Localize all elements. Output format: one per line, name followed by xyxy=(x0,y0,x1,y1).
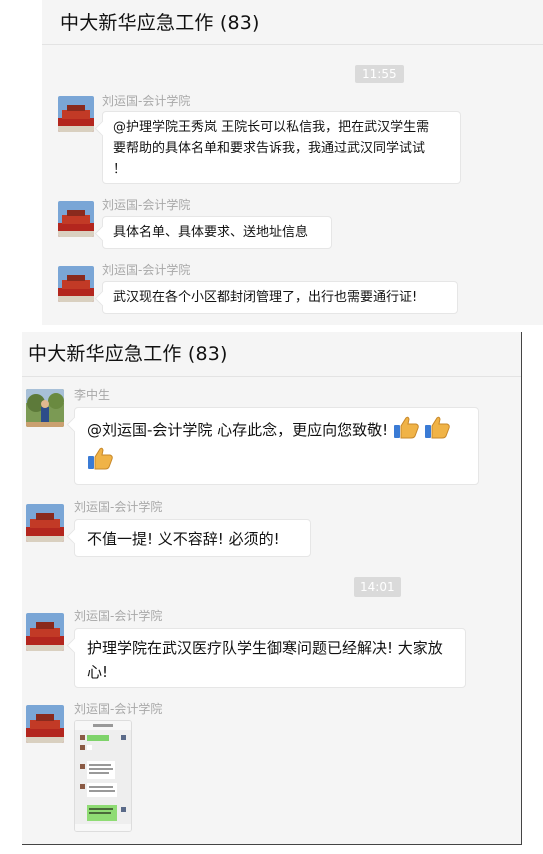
message-bubble[interactable]: 武汉现在各个小区都封闭管理了，出行也需要通行证! xyxy=(102,281,458,314)
thumbs-up-icon xyxy=(393,415,419,446)
avatar[interactable] xyxy=(26,705,64,743)
sender-name: 刘运国-会计学院 xyxy=(74,500,163,514)
sender-name: 李中生 xyxy=(74,388,111,402)
title-divider xyxy=(42,44,543,45)
message-bubble[interactable]: @护理学院王秀岚 王院长可以私信我，把在武汉学生需 要帮助的具体名单和要求告诉我… xyxy=(102,111,461,184)
message-text-line: 护理学院在武汉医疗队学生御寒问题已经解决! 大家放 xyxy=(87,639,443,657)
title-divider xyxy=(22,376,521,377)
message-bubble[interactable]: @刘运国-会计学院 心存此念，更应向您致敬! xyxy=(74,407,479,485)
message-text-line: @护理学院王秀岚 王院长可以私信我，把在武汉学生需 xyxy=(113,120,430,135)
sender-name: 刘运国-会计学院 xyxy=(102,263,191,277)
sender-name: 刘运国-会计学院 xyxy=(102,94,191,108)
chat-title: 中大新华应急工作 (83) xyxy=(60,12,260,34)
timestamp: 11:55 xyxy=(355,65,404,83)
chat-title: 中大新华应急工作 (83) xyxy=(28,343,228,365)
message-text-line: 要帮助的具体名单和要求告诉我，我通过武汉同学试试 xyxy=(113,141,426,156)
message-text-line: 心! xyxy=(87,663,109,681)
thumbs-up-icon xyxy=(87,446,113,477)
sender-name: 刘运国-会计学院 xyxy=(102,198,191,212)
avatar[interactable] xyxy=(26,504,64,542)
sender-name: 刘运国-会计学院 xyxy=(74,609,163,623)
image-message-thumbnail[interactable] xyxy=(74,720,132,832)
timestamp: 14:01 xyxy=(354,577,401,597)
chat-window-top: 中大新华应急工作 (83) 11:55 刘运国-会计学院 @护理学院王秀岚 王院… xyxy=(42,0,543,325)
sender-name: 刘运国-会计学院 xyxy=(74,702,163,716)
avatar[interactable] xyxy=(58,201,94,237)
message-text: 不值一提! 义不容辞! 必须的! xyxy=(87,530,280,548)
message-bubble[interactable]: 具体名单、具体要求、送地址信息 xyxy=(102,216,332,249)
message-bubble[interactable]: 护理学院在武汉医疗队学生御寒问题已经解决! 大家放 心! xyxy=(74,628,466,688)
message-text: @刘运国-会计学院 心存此念，更应向您致敬! xyxy=(87,421,389,439)
avatar[interactable] xyxy=(58,96,94,132)
message-text-line: ！ xyxy=(113,162,127,177)
message-text: 武汉现在各个小区都封闭管理了，出行也需要通行证! xyxy=(113,290,418,305)
message-text: 具体名单、具体要求、送地址信息 xyxy=(113,225,309,240)
chat-window-bottom: 中大新华应急工作 (83) 李中生 @刘运国-会计学院 心存此念，更应向您致敬!… xyxy=(22,332,522,845)
avatar[interactable] xyxy=(26,389,64,427)
avatar[interactable] xyxy=(26,613,64,651)
message-bubble[interactable]: 不值一提! 义不容辞! 必须的! xyxy=(74,519,311,557)
avatar[interactable] xyxy=(58,266,94,302)
thumbs-up-icon xyxy=(424,415,450,446)
